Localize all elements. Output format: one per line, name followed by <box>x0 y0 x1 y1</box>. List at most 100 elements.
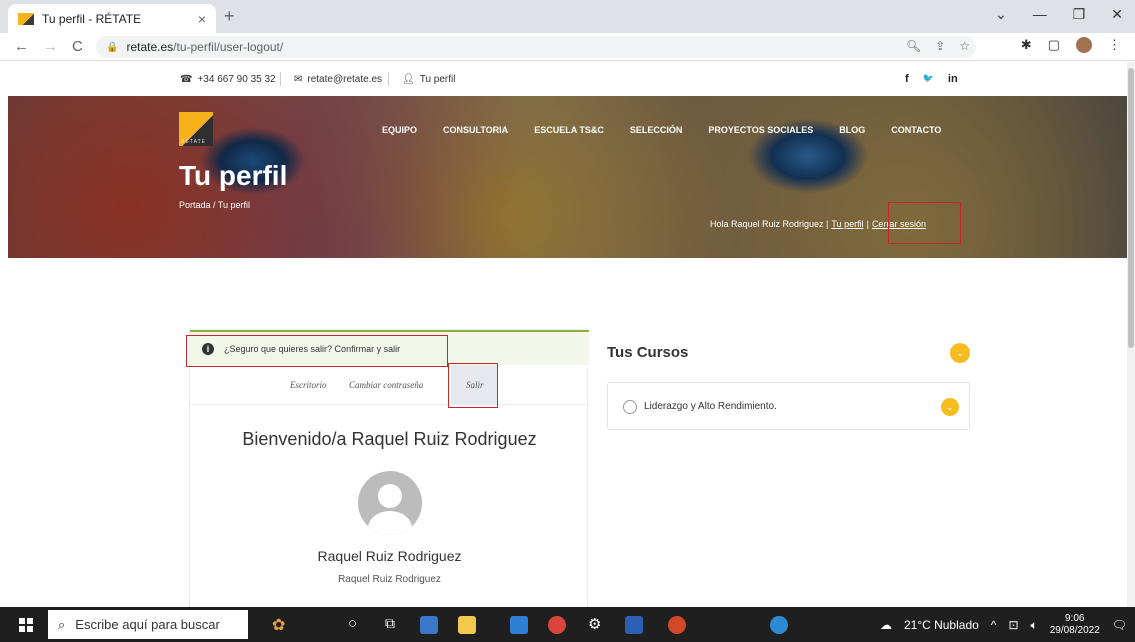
menu-dots-icon[interactable]: ⋮ <box>1108 37 1121 53</box>
search-highlight-icon[interactable]: ✿ <box>272 615 285 635</box>
course-status-icon <box>623 400 637 414</box>
search-icon: ⌕ <box>58 616 66 632</box>
site-topbar: ☎ +34 667 90 35 32 ✉ retate@retate.es 👤︎… <box>0 62 1135 96</box>
clock[interactable]: 9:06 29/08/2022 <box>1050 613 1100 637</box>
greeting-separator: | <box>866 219 869 229</box>
volume-icon[interactable]: 🔈︎ <box>1031 618 1038 633</box>
page-scrollbar[interactable] <box>1127 62 1135 607</box>
share-icon[interactable]: ⇪ <box>935 39 945 53</box>
minimize-button[interactable]: — <box>1033 6 1047 23</box>
nav-proyectos-sociales[interactable]: PROYECTOS SOCIALES <box>708 125 813 135</box>
chrome-icon[interactable] <box>548 616 566 634</box>
facebook-icon[interactable]: f <box>905 73 909 85</box>
courses-collapse-icon[interactable]: ⌄ <box>950 343 970 363</box>
forward-icon[interactable]: → <box>43 38 58 55</box>
extensions-puzzle-icon[interactable]: ✱ <box>1021 37 1032 53</box>
file-explorer-icon[interactable] <box>458 616 476 634</box>
phone-text: +34 667 90 35 32 <box>197 74 276 85</box>
close-window-button[interactable]: ✕ <box>1111 6 1123 23</box>
main-nav: EQUIPO CONSULTORIA ESCUELA TS&C SELECCIÓ… <box>382 125 941 135</box>
photos-icon[interactable] <box>510 616 528 634</box>
cortana-icon[interactable]: ○ <box>348 615 357 632</box>
tab-title: Tu perfil - RÉTATE <box>42 11 142 26</box>
windows-start-icon[interactable] <box>19 618 33 632</box>
nav-equipo[interactable]: EQUIPO <box>382 125 417 135</box>
profile-avatar-icon[interactable] <box>1076 37 1092 53</box>
nav-blog[interactable]: BLOG <box>839 125 865 135</box>
address-bar-row: ← → C 🔒 retate.es/tu-perfil/user-logout/… <box>0 33 1135 61</box>
search-placeholder: Escribe aquí para buscar <box>75 617 220 632</box>
clock-time: 9:06 <box>1065 613 1085 624</box>
tab-search-icon[interactable]: ⌄ <box>995 6 1007 23</box>
weather-text[interactable]: 21°C Nublado <box>904 618 979 632</box>
zoom-icon[interactable]: 🔍︎ <box>906 39 921 53</box>
settings-gear-icon[interactable]: ⚙ <box>588 615 601 633</box>
course-name: Liderazgo y Alto Rendimiento. <box>644 401 777 412</box>
phone-link[interactable]: ☎ +34 667 90 35 32 <box>180 74 276 85</box>
envelope-icon: ✉ <box>294 74 303 85</box>
browser-tab-bar: Tu perfil - RÉTATE × + ⌄ — ❐ ✕ <box>0 0 1135 33</box>
username: Raquel Ruiz Rodriguez <box>338 574 441 585</box>
email-link[interactable]: ✉ retate@retate.es <box>294 74 382 85</box>
courses-title: Tus Cursos <box>607 344 689 361</box>
phone-icon: ☎ <box>180 74 193 85</box>
divider <box>280 72 281 86</box>
linkedin-icon[interactable]: in <box>948 73 958 85</box>
course-item[interactable]: Liderazgo y Alto Rendimiento. ⌄ <box>607 382 970 430</box>
url-input[interactable]: 🔒 retate.es/tu-perfil/user-logout/ 🔍︎ ⇪ … <box>96 36 976 58</box>
notifications-icon[interactable]: 🗨︎ <box>1112 618 1127 632</box>
nav-contacto[interactable]: CONTACTO <box>891 125 941 135</box>
avatar-head <box>378 484 402 508</box>
account-tabs: Escritorio Cambiar contraseña Salir <box>190 365 589 405</box>
nav-consultoria[interactable]: CONSULTORIA <box>443 125 508 135</box>
help-icon[interactable] <box>770 616 788 634</box>
weather-cloud-icon: ☁ <box>879 618 892 632</box>
task-view-icon[interactable]: ⧉ <box>385 615 395 632</box>
browser-tab[interactable]: Tu perfil - RÉTATE × <box>8 4 216 33</box>
breadcrumb: Portada / Tu perfil <box>179 200 251 210</box>
avatar-body <box>368 511 412 535</box>
nav-escuela[interactable]: ESCUELA TS&C <box>534 125 604 135</box>
nav-seleccion[interactable]: SELECCIÓN <box>630 125 683 135</box>
highlight-salir-tab <box>448 363 498 408</box>
logo-text: RÉTATE <box>181 139 206 145</box>
powerpoint-icon[interactable] <box>668 616 686 634</box>
site-favicon-icon <box>18 12 34 25</box>
maximize-button[interactable]: ❐ <box>1073 6 1086 23</box>
tab-escritorio[interactable]: Escritorio <box>290 380 327 390</box>
highlight-notice <box>186 335 448 367</box>
social-links: f 🐦 in <box>905 73 958 85</box>
profile-text: Tu perfil <box>419 74 456 85</box>
twitter-icon[interactable]: 🐦 <box>923 73 934 85</box>
side-panel-icon[interactable]: ▢ <box>1048 37 1060 53</box>
tab-close-icon[interactable]: × <box>198 11 206 27</box>
back-icon[interactable]: ← <box>14 38 29 55</box>
welcome-heading: Bienvenido/a Raquel Ruiz Rodriguez <box>242 429 537 449</box>
display-name: Raquel Ruiz Rodriguez <box>317 548 462 564</box>
window-controls: ⌄ — ❐ ✕ <box>995 6 1123 23</box>
clock-date: 29/08/2022 <box>1049 625 1100 636</box>
course-expand-icon[interactable]: ⌄ <box>941 398 959 416</box>
reload-icon[interactable]: C <box>72 38 83 55</box>
email-text: retate@retate.es <box>307 74 383 85</box>
profile-link[interactable]: 👤︎ Tu perfil <box>402 74 455 85</box>
tab-cambiar-contrasena[interactable]: Cambiar contraseña <box>349 380 423 390</box>
scrollbar-thumb[interactable] <box>1128 68 1134 348</box>
url-text: retate.es/tu-perfil/user-logout/ <box>126 40 284 54</box>
lock-icon: 🔒 <box>106 41 119 53</box>
extension-icons: ✱ ▢ ⋮ <box>1021 37 1121 53</box>
word-icon[interactable] <box>625 616 643 634</box>
greeting-text: Hola Raquel Ruiz Rodriguez | <box>710 219 829 229</box>
divider <box>388 72 389 86</box>
tray-chevron-icon[interactable]: ^ <box>991 618 997 632</box>
windows-taskbar: ⌕ Escribe aquí para buscar ✿ ○ ⧉ ⚙ ☁ 21°… <box>0 607 1135 642</box>
bookmark-star-icon[interactable]: ☆ <box>959 39 970 53</box>
taskbar-search-input[interactable]: ⌕ Escribe aquí para buscar <box>48 610 248 639</box>
greeting-profile-link[interactable]: Tu perfil <box>831 219 863 229</box>
new-tab-button[interactable]: + <box>224 6 235 27</box>
network-icon[interactable]: ⊡ <box>1008 618 1018 632</box>
app-icon[interactable] <box>420 616 438 634</box>
page-title: Tu perfil <box>179 160 288 191</box>
omnibox-actions: 🔍︎ ⇪ ☆ <box>906 39 970 53</box>
highlight-logout <box>888 202 961 244</box>
